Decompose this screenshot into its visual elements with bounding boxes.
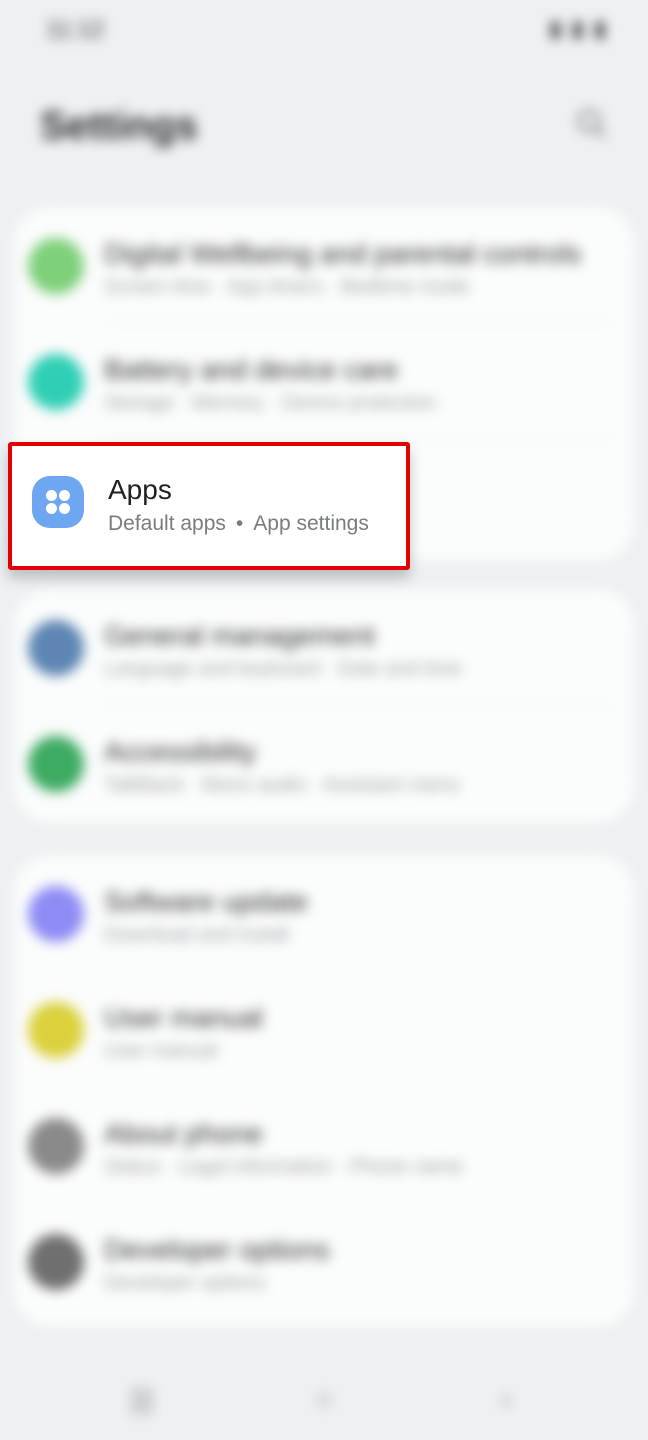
page-title: Settings [40, 104, 198, 148]
back-icon: ‹ [501, 1383, 511, 1416]
search-icon [575, 107, 609, 146]
settings-item-title: Digital Wellbeing and parental controls [104, 238, 582, 269]
status-bar: 11:12 ▮ ▮ ▮ [0, 0, 648, 60]
settings-group-2: General management Language and keyboard… [14, 590, 634, 822]
settings-item-subtitle: User manual [104, 1040, 218, 1062]
about-phone-icon [28, 1118, 84, 1174]
settings-item-title: Developer options [104, 1234, 330, 1265]
home-button[interactable]: ○ [302, 1378, 346, 1422]
apps-subtitle-app-settings: App settings [253, 512, 369, 535]
settings-item-subtitle: Language and keyboard · Date and time [104, 658, 463, 680]
divider [106, 438, 612, 440]
accessibility-icon [28, 736, 84, 792]
settings-item-title: General management [104, 620, 375, 651]
settings-item-general-management[interactable]: General management Language and keyboard… [14, 590, 634, 706]
status-time: 11:12 [46, 16, 105, 43]
settings-item-software-update[interactable]: Software update Download and install [14, 856, 634, 972]
settings-item-user-manual[interactable]: User manual User manual [14, 972, 634, 1088]
settings-item-title: Battery and device care [104, 354, 399, 385]
settings-item-battery[interactable]: Battery and device care Storage · Memory… [14, 324, 634, 440]
settings-item-developer-options[interactable]: Developer options Developer options [14, 1204, 634, 1320]
settings-item-subtitle: Status · Legal information · Phone name [104, 1156, 464, 1178]
search-button[interactable] [572, 106, 612, 146]
settings-group-3: Software update Download and install Use… [14, 856, 634, 1326]
digital-wellbeing-icon [28, 238, 84, 294]
settings-item-subtitle: Developer options [104, 1272, 266, 1294]
subtitle-separator: • [235, 512, 244, 535]
settings-item-digital-wellbeing[interactable]: Digital Wellbeing and parental controls … [14, 208, 634, 324]
general-management-icon [28, 620, 84, 676]
blurred-settings-background: 11:12 ▮ ▮ ▮ Settings Digital Wellbeing a… [0, 0, 648, 1440]
settings-item-title: User manual [104, 1002, 263, 1033]
apps-grid-icon [32, 476, 84, 528]
settings-item-subtitle: Download and install [104, 924, 289, 946]
settings-item-subtitle: Storage · Memory · Device protection [104, 392, 437, 414]
back-button[interactable]: ‹ [484, 1378, 528, 1422]
user-manual-icon [28, 1002, 84, 1058]
settings-item-about-phone[interactable]: About phone Status · Legal information ·… [14, 1088, 634, 1204]
settings-item-subtitle: TalkBack · Mono audio · Assistant menu [104, 774, 460, 796]
navigation-bar: ||| ○ ‹ [0, 1360, 648, 1440]
settings-item-title: Software update [104, 886, 308, 917]
settings-item-subtitle: Screen time · App timers · Bedtime mode [104, 276, 470, 298]
recents-icon: ||| [130, 1383, 154, 1416]
recents-button[interactable]: ||| [120, 1378, 164, 1422]
apps-subtitle-default-apps: Default apps [108, 512, 226, 535]
battery-icon [28, 354, 84, 410]
developer-options-icon [28, 1234, 84, 1290]
settings-item-apps[interactable]: Apps Default apps • App settings [8, 442, 410, 570]
apps-subtitle: Default apps • App settings [108, 512, 369, 536]
settings-item-title: Accessibility [104, 736, 257, 767]
home-icon: ○ [314, 1383, 334, 1416]
software-update-icon [28, 886, 84, 942]
status-icons: ▮ ▮ ▮ [549, 16, 608, 41]
settings-item-title: About phone [104, 1118, 263, 1149]
settings-item-accessibility[interactable]: Accessibility TalkBack · Mono audio · As… [14, 706, 634, 822]
apps-title: Apps [108, 474, 172, 505]
